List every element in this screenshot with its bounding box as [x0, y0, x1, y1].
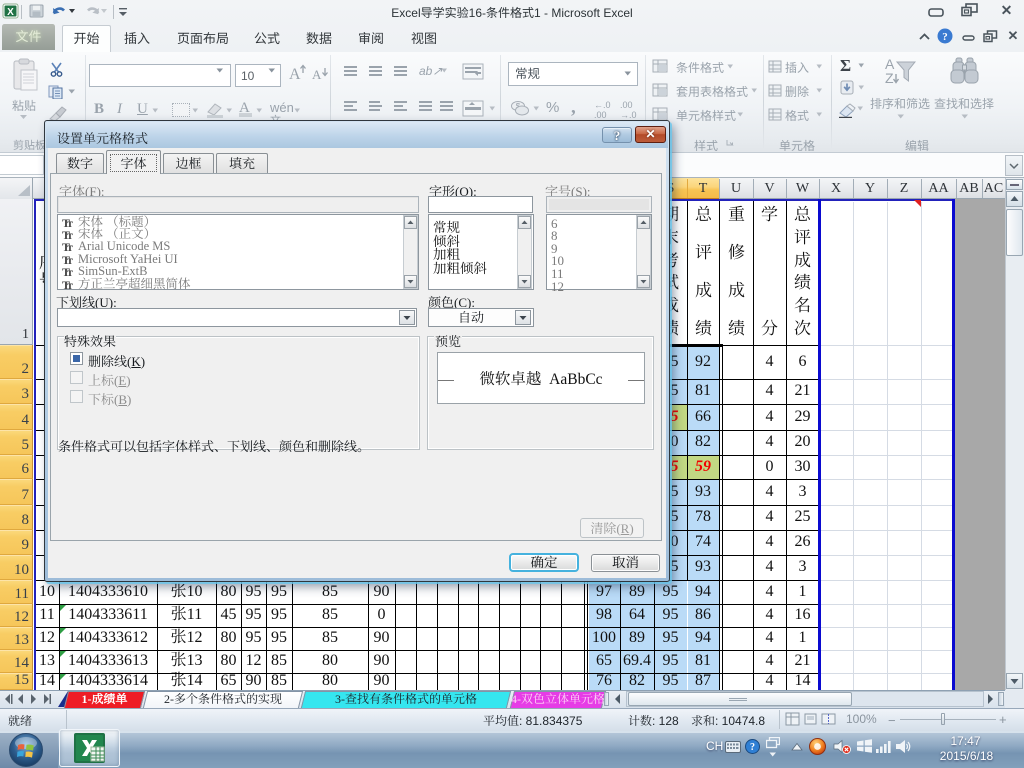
svg-text:Z: Z	[885, 70, 894, 86]
svg-text:A: A	[312, 67, 322, 82]
svg-text:?: ?	[750, 742, 755, 753]
svg-text:A: A	[289, 66, 301, 83]
svg-text:X: X	[7, 7, 14, 18]
svg-text:?: ?	[942, 31, 948, 43]
